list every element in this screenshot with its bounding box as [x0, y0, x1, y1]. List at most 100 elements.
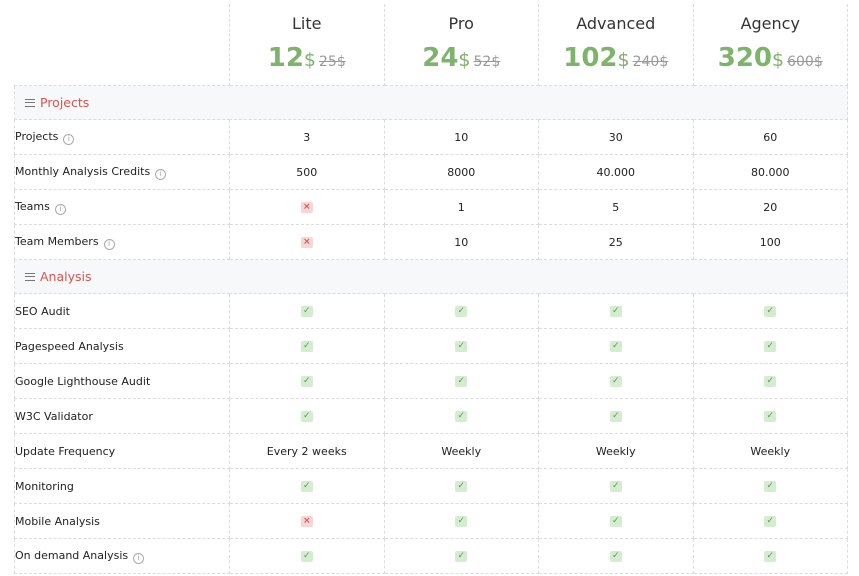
header-corner [14, 4, 230, 86]
value-cell-pro: ✓ [383, 398, 539, 434]
check-icon: ✓ [300, 306, 313, 317]
value-cell-lite: × [229, 224, 385, 260]
menu-icon [25, 99, 35, 107]
value-cell-pro: ✓ [383, 503, 539, 539]
currency-symbol: $ [617, 49, 630, 71]
feature-row-google-lighthouse-audit: Google Lighthouse Audit ✓ ✓ ✓ ✓ [14, 363, 848, 399]
feature-label: Team Members [15, 234, 99, 248]
currency-symbol: $ [303, 49, 317, 71]
value-cell-agency: ✓ [692, 468, 848, 504]
value-text: 10 [454, 235, 469, 249]
section-header-projects: Projects [14, 85, 848, 120]
feature-cell: Mobile Analysis [14, 503, 230, 539]
feature-cell: Google Lighthouse Audit [14, 363, 230, 399]
check-icon: ✓ [609, 306, 622, 317]
section-header-analysis: Analysis [14, 259, 848, 294]
feature-label: Pagespeed Analysis [15, 339, 124, 353]
info-icon[interactable]: i [155, 168, 167, 180]
value-text: 40.000 [596, 165, 636, 179]
current-price: 102 [563, 43, 618, 73]
feature-row-pagespeed-analysis: Pagespeed Analysis ✓ ✓ ✓ ✓ [14, 328, 848, 364]
pricing-comparison-table: Lite 12$ 25$ Pro 24$ 52$ Advanced 102$ 240$ Agenc… [14, 4, 848, 574]
plan-name: Agency [740, 14, 800, 33]
feature-label: Projects [15, 129, 59, 143]
current-price: 12 [267, 43, 304, 73]
feature-cell: Update Frequency [14, 433, 230, 469]
value-text: 1 [457, 200, 465, 214]
value-cell-advanced: ✓ [538, 538, 694, 574]
value-cell-advanced: ✓ [538, 503, 694, 539]
info-icon[interactable]: i [133, 552, 145, 564]
value-text: 8000 [447, 165, 476, 179]
info-icon[interactable]: i [54, 203, 66, 215]
value-cell-agency: 100 [692, 224, 848, 260]
check-icon: ✓ [764, 481, 777, 492]
cross-icon: × [300, 237, 313, 248]
check-icon: ✓ [455, 376, 468, 387]
cross-icon: × [300, 516, 313, 527]
check-icon: ✓ [609, 341, 622, 352]
feature-row-on-demand-analysis: On demand Analysis i ✓ ✓ ✓ ✓ [14, 538, 848, 574]
section-title-cell: Analysis [14, 259, 848, 294]
check-icon: ✓ [300, 551, 313, 562]
feature-table-body: Projects Projects i 3 10 30 60 Monthly Analysis… [14, 85, 848, 574]
section-title: Analysis [40, 269, 92, 284]
feature-label: Update Frequency [15, 444, 116, 458]
feature-row-projects: Projects i 3 10 30 60 [14, 119, 848, 155]
value-text: 100 [759, 235, 781, 249]
check-icon: ✓ [609, 376, 622, 387]
check-icon: ✓ [609, 516, 622, 527]
check-icon: ✓ [609, 481, 622, 492]
check-icon: ✓ [764, 376, 777, 387]
plan-name: Advanced [576, 14, 656, 33]
feature-row-mobile-analysis: Mobile Analysis × ✓ ✓ ✓ [14, 503, 848, 539]
feature-row-seo-audit: SEO Audit ✓ ✓ ✓ ✓ [14, 293, 848, 329]
old-price: 25$ [319, 54, 346, 70]
feature-row-monthly-analysis-credits: Monthly Analysis Credits i 500 8000 40.000 80… [14, 154, 848, 190]
plan-price: 320$ 600$ [694, 43, 848, 73]
feature-label: SEO Audit [15, 304, 70, 318]
value-cell-lite: ✓ [229, 328, 385, 364]
value-cell-agency: ✓ [692, 398, 848, 434]
value-cell-lite: ✓ [229, 468, 385, 504]
feature-cell: Pagespeed Analysis [14, 328, 230, 364]
value-cell-agency: 80.000 [692, 154, 848, 190]
value-cell-lite: ✓ [229, 293, 385, 329]
value-cell-advanced: 5 [538, 189, 694, 225]
value-text: Weekly [595, 444, 636, 458]
check-icon: ✓ [764, 411, 777, 422]
value-text: 80.000 [751, 165, 790, 179]
value-text: 20 [763, 200, 778, 214]
plan-name: Pro [448, 14, 474, 33]
value-cell-lite: × [229, 503, 385, 539]
value-cell-lite: ✓ [229, 538, 385, 574]
check-icon: ✓ [300, 376, 313, 387]
feature-row-w3c-validator: W3C Validator ✓ ✓ ✓ ✓ [14, 398, 848, 434]
value-cell-lite: 3 [229, 119, 385, 155]
value-cell-pro: Weekly [383, 433, 539, 469]
section-title-cell: Projects [14, 85, 848, 120]
plan-name: Lite [292, 14, 322, 33]
feature-row-teams: Teams i × 1 5 20 [14, 189, 848, 225]
value-cell-lite: ✓ [229, 363, 385, 399]
plan-price: 24$ 52$ [385, 43, 539, 73]
value-text: 60 [763, 130, 778, 144]
value-cell-lite: Every 2 weeks [229, 433, 385, 469]
value-text: Every 2 weeks [266, 444, 347, 458]
feature-label: Teams [15, 199, 50, 213]
feature-cell: Team Members i [14, 224, 230, 260]
value-text: Weekly [441, 444, 482, 458]
feature-cell: On demand Analysis i [14, 538, 230, 574]
check-icon: ✓ [455, 341, 468, 352]
feature-cell: W3C Validator [14, 398, 230, 434]
value-text: 3 [303, 130, 311, 144]
check-icon: ✓ [455, 516, 468, 527]
value-cell-pro: ✓ [383, 538, 539, 574]
feature-label: Monthly Analysis Credits [15, 164, 151, 178]
check-icon: ✓ [764, 516, 777, 527]
value-cell-advanced: ✓ [538, 363, 694, 399]
value-cell-agency: ✓ [692, 328, 848, 364]
value-cell-pro: ✓ [383, 468, 539, 504]
info-icon[interactable]: i [103, 238, 115, 250]
info-icon[interactable]: i [63, 133, 75, 145]
